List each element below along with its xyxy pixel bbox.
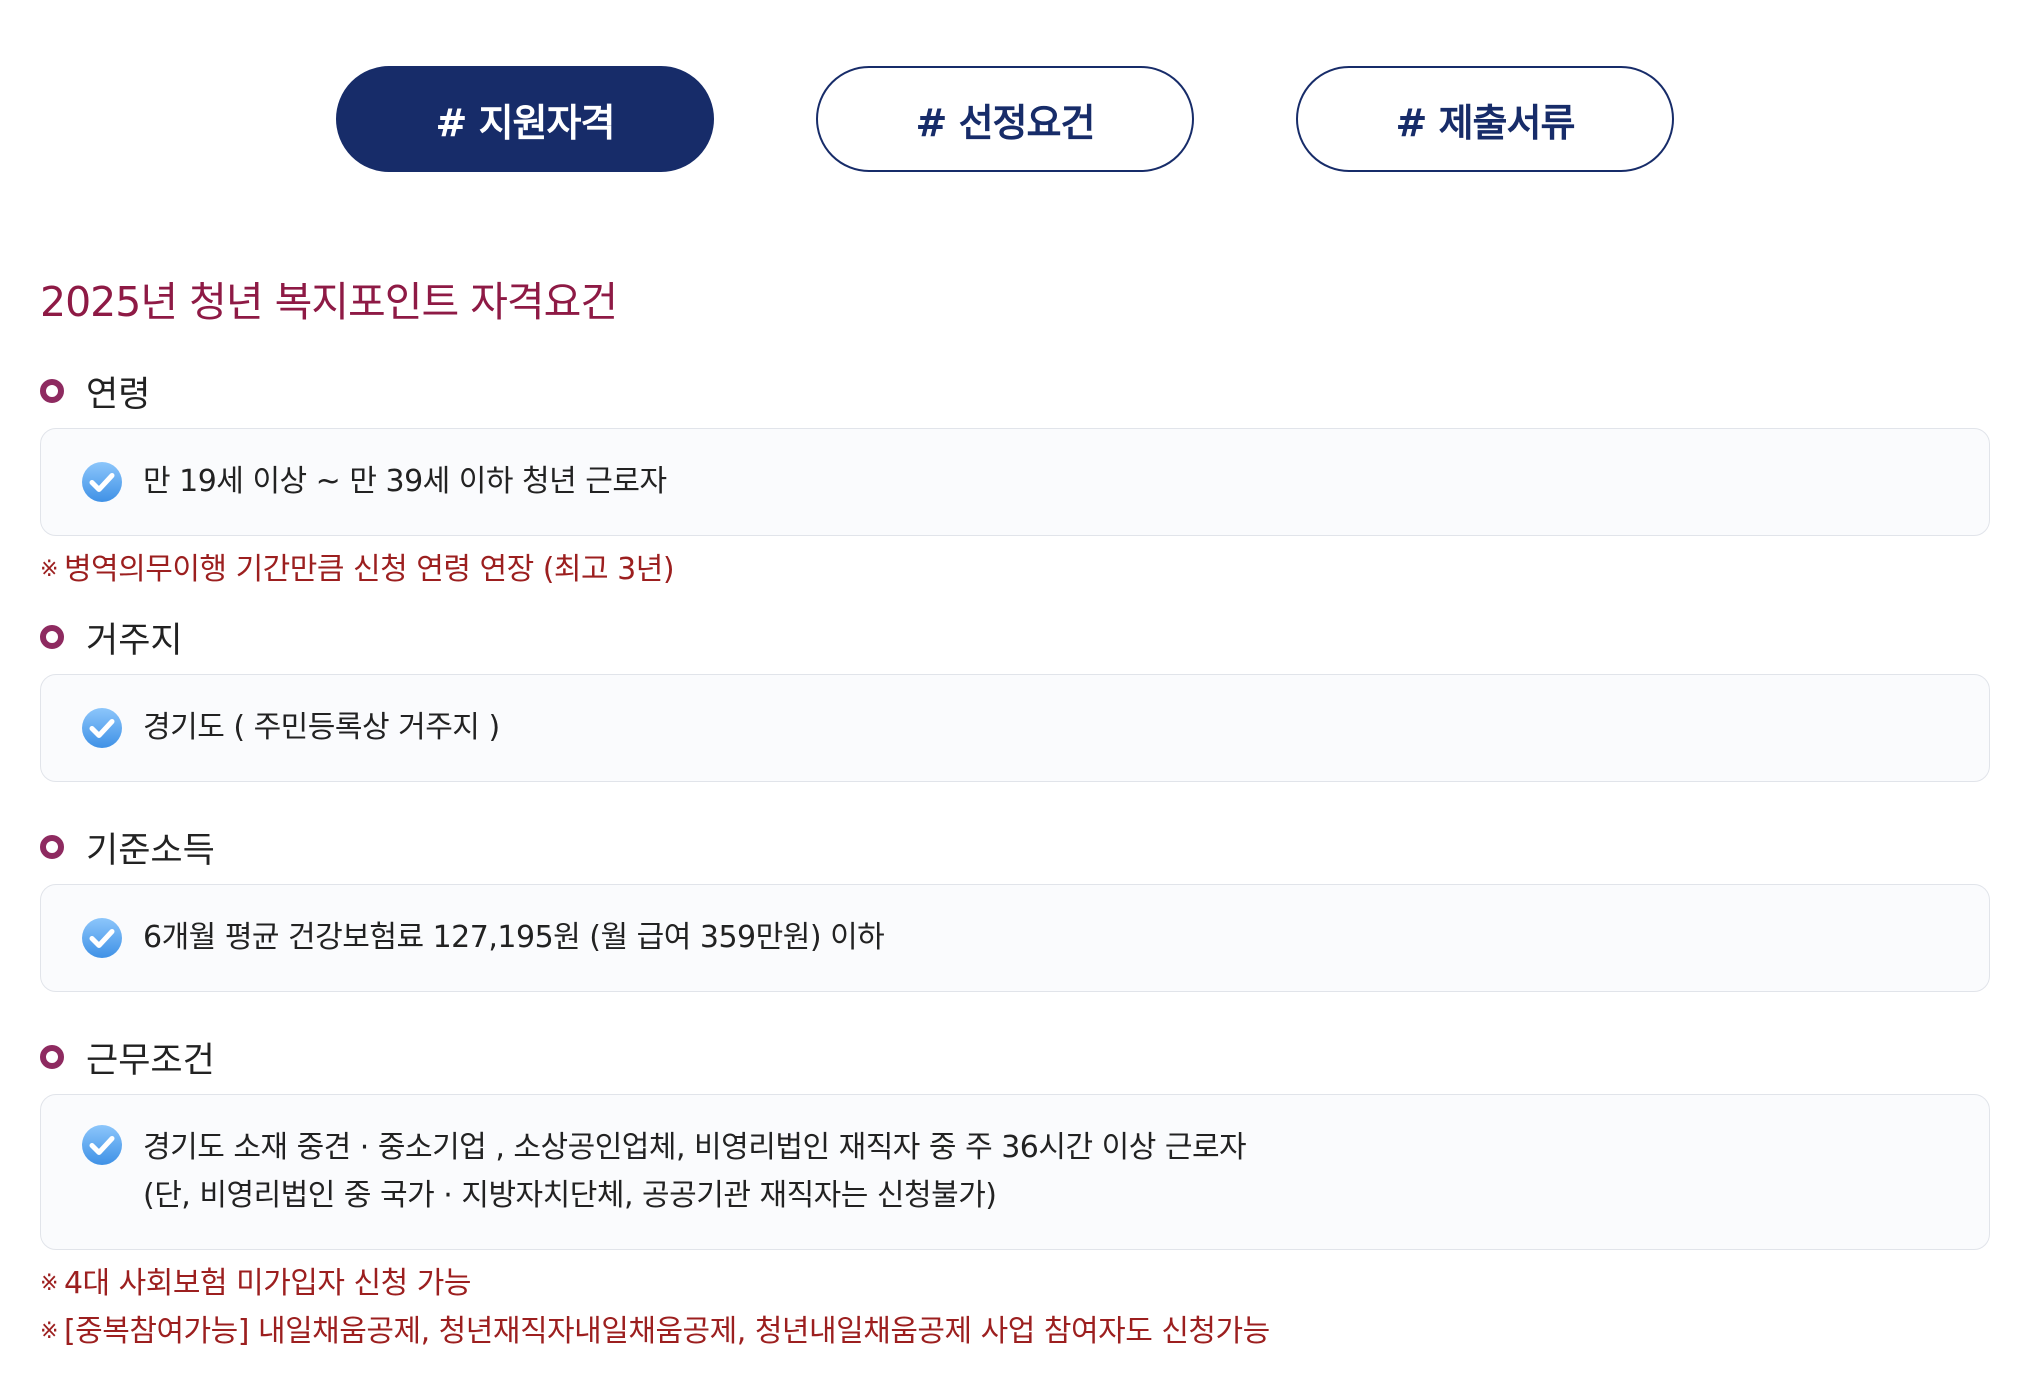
info-text: 만 19세 이상 ~ 만 39세 이하 청년 근로자 (143, 464, 667, 499)
note-text: 병역의무이행 기간만큼 신청 연령 연장 (최고 3년) (63, 552, 675, 587)
section-heading-residence: 거주지 (40, 616, 1990, 661)
info-box-income: 6개월 평균 건강보험료 127,195원 (월 급여 359만원) 이하 (40, 884, 1990, 992)
info-line: (단, 비영리법인 중 국가 · 지방자치단체, 공공기관 재직자는 신청불가) (143, 1178, 997, 1213)
note-mark: ※ (40, 1319, 58, 1344)
page-title: 2025년 청년 복지포인트 자격요건 (40, 278, 618, 326)
section-heading-age: 연령 (40, 370, 1990, 415)
section-heading-label: 기준소득 (86, 830, 215, 871)
info-box-residence: 경기도 ( 주민등록상 거주지 ) (40, 674, 1990, 782)
ring-bullet-icon (40, 1045, 64, 1069)
note-military: ※ 병역의무이행 기간만큼 신청 연령 연장 (최고 3년) (40, 546, 1990, 594)
note-text: 4대 사회보험 미가입자 신청 가능 (63, 1266, 472, 1301)
check-circle-icon (82, 708, 122, 748)
check-circle-icon (82, 1125, 122, 1165)
note-insurance: ※ 4대 사회보험 미가입자 신청 가능 (40, 1260, 1990, 1308)
note-mark: ※ (40, 1271, 58, 1296)
tab-selection-criteria[interactable]: # 선정요건 (816, 66, 1194, 172)
check-circle-icon (82, 918, 122, 958)
info-text: 경기도 소재 중견 · 중소기업 , 소상공인업체, 비영리법인 재직자 중 주… (143, 1124, 1247, 1220)
tab-bar: # 지원자격 # 선정요건 # 제출서류 (0, 66, 2020, 172)
note-mark: ※ (40, 557, 58, 582)
section-heading-label: 연령 (86, 374, 151, 415)
info-text: 6개월 평균 건강보험료 127,195원 (월 급여 359만원) 이하 (143, 920, 885, 955)
note-text: [중복참여가능] 내일채움공제, 청년재직자내일채움공제, 청년내일채움공제 사… (63, 1314, 1270, 1349)
section-heading-income: 기준소득 (40, 826, 1990, 871)
ring-bullet-icon (40, 625, 64, 649)
ring-bullet-icon (40, 379, 64, 403)
content-area: 2025년 청년 복지포인트 자격요건 연령 만 19세 이상 ~ 만 39세 … (40, 268, 1990, 1356)
tab-eligibility[interactable]: # 지원자격 (336, 66, 714, 172)
ring-bullet-icon (40, 835, 64, 859)
info-box-age: 만 19세 이상 ~ 만 39세 이하 청년 근로자 (40, 428, 1990, 536)
section-heading-label: 근무조건 (86, 1040, 215, 1081)
section-heading-label: 거주지 (86, 620, 183, 661)
tab-documents[interactable]: # 제출서류 (1296, 66, 1674, 172)
info-box-work: 경기도 소재 중견 · 중소기업 , 소상공인업체, 비영리법인 재직자 중 주… (40, 1094, 1990, 1250)
info-text: 경기도 ( 주민등록상 거주지 ) (143, 710, 500, 745)
section-heading-work: 근무조건 (40, 1036, 1990, 1081)
note-duplicate: ※ [중복참여가능] 내일채움공제, 청년재직자내일채움공제, 청년내일채움공제… (40, 1308, 1990, 1356)
check-circle-icon (82, 462, 122, 502)
info-line: 경기도 소재 중견 · 중소기업 , 소상공인업체, 비영리법인 재직자 중 주… (143, 1130, 1247, 1165)
